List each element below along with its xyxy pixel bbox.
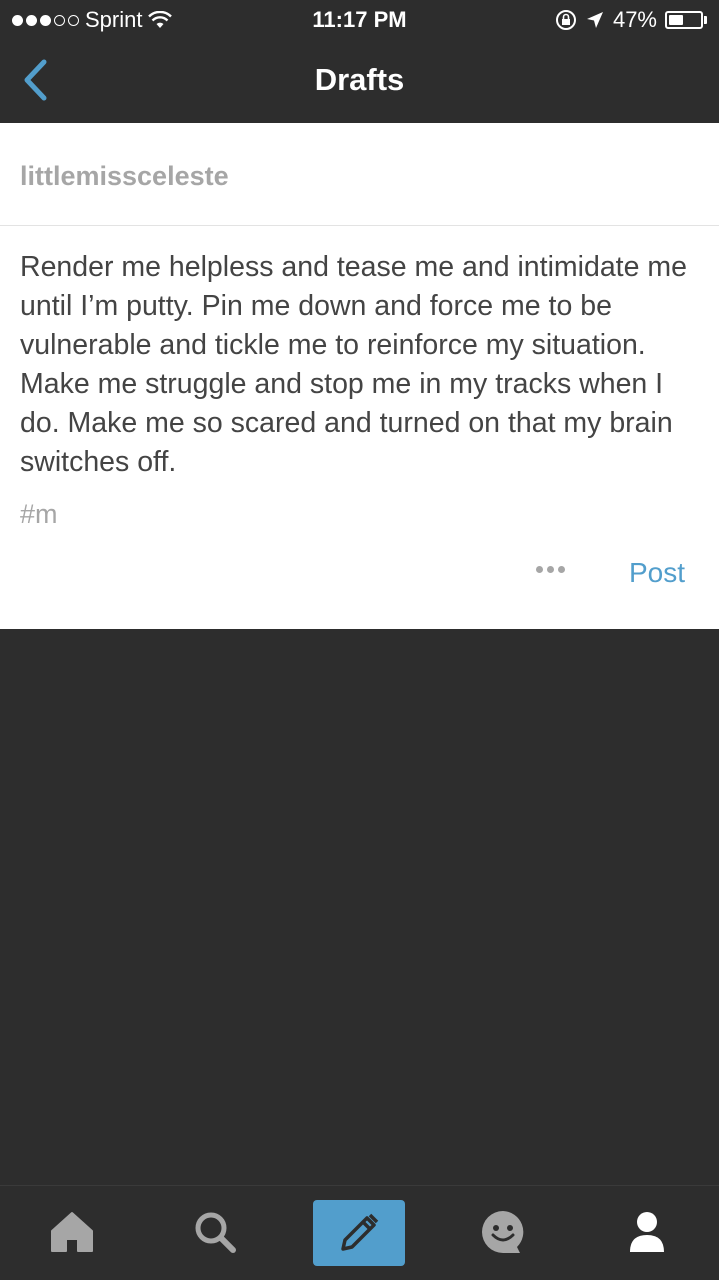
nav-bar: Drafts (0, 40, 719, 122)
location-arrow-icon (586, 12, 603, 28)
rotation-lock-icon (555, 10, 576, 30)
draft-card: littlemissceleste Render me helpless and… (0, 123, 719, 629)
user-icon (630, 1212, 664, 1252)
tab-compose[interactable] (313, 1200, 405, 1266)
home-icon (51, 1212, 93, 1252)
post-tag[interactable]: #m (20, 499, 58, 530)
tab-search[interactable] (183, 1200, 247, 1264)
draft-header: littlemissceleste (0, 123, 719, 226)
search-icon (195, 1212, 236, 1253)
blog-name[interactable]: littlemissceleste (20, 161, 229, 191)
page-title: Drafts (314, 62, 405, 97)
battery-icon (665, 11, 707, 29)
post-button[interactable]: Post (629, 557, 685, 589)
more-options-icon[interactable] (530, 560, 571, 579)
tab-home[interactable] (40, 1200, 104, 1264)
status-right: 47% (555, 7, 707, 33)
battery-percent: 47% (612, 7, 657, 32)
post-body-text: Render me helpless and tease me and inti… (20, 251, 687, 478)
tab-account[interactable] (615, 1200, 679, 1264)
smiley-chat-icon (482, 1211, 524, 1253)
pencil-icon (341, 1213, 379, 1251)
status-bar: Sprint 11:17 PM 47% (0, 0, 719, 40)
tab-activity[interactable] (471, 1200, 535, 1264)
tab-bar (0, 1185, 719, 1280)
